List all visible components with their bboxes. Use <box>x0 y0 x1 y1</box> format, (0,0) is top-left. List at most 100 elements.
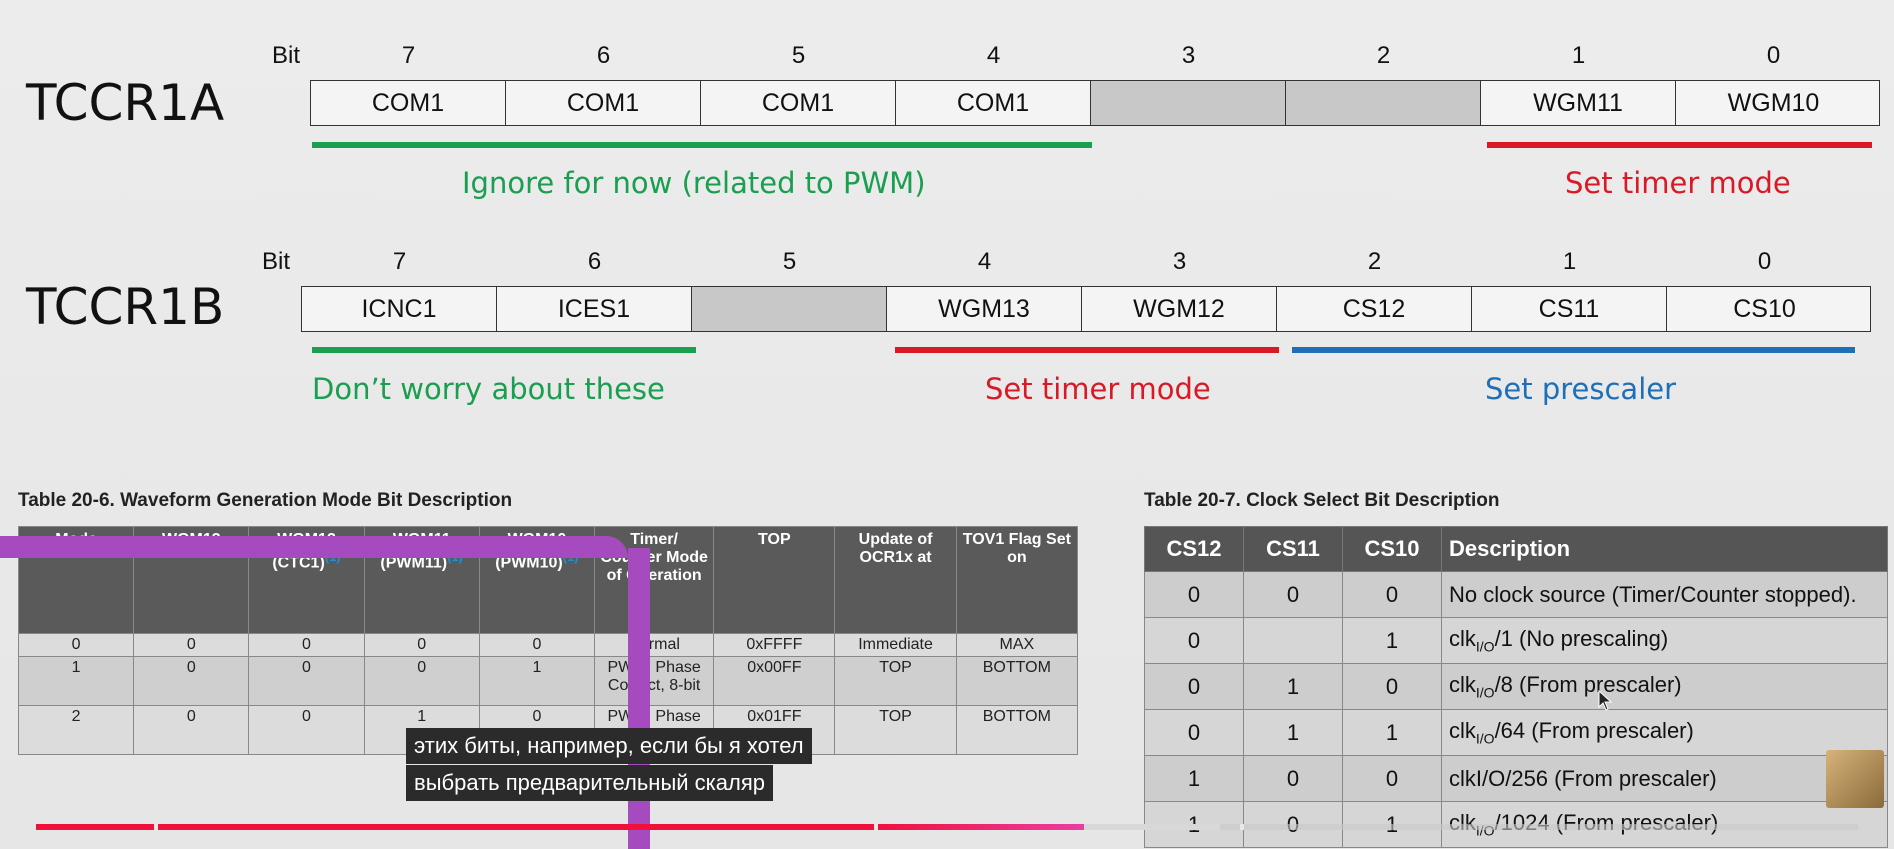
table-cell: 0 <box>1243 755 1343 802</box>
register-cell: WGM11 <box>1481 81 1676 125</box>
cs-table: CS12 CS11 CS10 Description 0 0 0 No clock s… <box>1144 526 1888 848</box>
tccr1b-bit-numbers: 7 6 5 4 3 2 1 0 <box>302 248 1862 276</box>
subtitle-line: этих биты, например, если бы я хотел <box>406 728 812 764</box>
bit-number: 4 <box>986 42 1001 69</box>
table-cell: Immediate <box>834 633 957 657</box>
table-row: 0 0 0 No clock source (Timer/Counter stoppe… <box>1144 571 1888 618</box>
table-cell: 0 <box>363 633 480 657</box>
table-cell: 0 <box>1342 663 1442 710</box>
register-cell: COM1 <box>896 81 1091 125</box>
tccr1b-mode-note: Set timer mode <box>985 372 1211 406</box>
table-cell: 0x00FF <box>713 656 836 706</box>
register-cell: COM1 <box>506 81 701 125</box>
table-cell: 1 <box>17 656 135 706</box>
table-cell: 0 <box>248 656 365 706</box>
tccr1b-ignore-note: Don’t worry about these <box>312 372 665 406</box>
subtitle-box: этих биты, например, если бы я хотел выб… <box>406 728 812 802</box>
table-cell: 0 <box>1144 709 1244 756</box>
table-cell: 0 <box>133 656 250 706</box>
table-cell: 0 <box>1144 571 1244 618</box>
bit-number: 6 <box>587 248 602 275</box>
table-cell: 1 <box>1144 755 1244 802</box>
bit-number: 3 <box>1181 42 1196 69</box>
register-cell: WGM12 <box>1082 287 1277 331</box>
register-cell: ICES1 <box>497 287 692 331</box>
table-cell: 0 <box>363 656 480 706</box>
register-cell: WGM13 <box>887 287 1082 331</box>
webcam-thumbnail <box>1826 750 1884 808</box>
wgm-header-cell: Update of OCR1x at <box>834 526 957 634</box>
tccr1a-bit-label: Bit <box>272 42 301 69</box>
bit-number: 1 <box>1571 42 1586 69</box>
table-cell: 0 <box>1144 663 1244 710</box>
table-cell: 0 <box>478 633 596 657</box>
table-cell: TOP <box>834 656 957 706</box>
video-progress-track[interactable] <box>36 824 1858 830</box>
table-cell: PWM, Phase Correct, 8-bit <box>594 656 715 706</box>
wgm-table: Mode WGM13 WGM12(CTC1)(1) WGM11(PWM11)(1… <box>17 526 1079 755</box>
bit-number: 2 <box>1376 42 1391 69</box>
register-cell-reserved <box>1286 81 1481 125</box>
table-cell: clkI/O/64 (From prescaler) <box>1441 709 1888 756</box>
table-row: 1 0 0 0 1 PWM, Phase Correct, 8-bit 0x00FF TOP B… <box>17 656 1079 706</box>
chapter-gap <box>874 824 878 830</box>
table-cell: 0 <box>248 705 365 755</box>
table-cell: 0 <box>248 633 365 657</box>
bit-number: 7 <box>401 42 416 69</box>
tccr1a-mode-note: Set timer mode <box>1565 166 1791 200</box>
table-cell: BOTTOM <box>955 656 1079 706</box>
subtitle-line: выбрать предварительный скаляр <box>406 765 774 801</box>
table-cell: 0 <box>17 633 135 657</box>
register-cell: CS11 <box>1472 287 1667 331</box>
register-cell: CS10 <box>1733 294 1796 323</box>
bit-number: 1 <box>1562 248 1577 275</box>
cs-header-cell: CS12 <box>1144 526 1244 572</box>
table-cell: 1 <box>1342 709 1442 756</box>
chapter-gap <box>1240 824 1244 830</box>
table-row: 1 0 0 clkI/O/256 (From prescaler) <box>1144 755 1888 802</box>
table-cell: 2 <box>17 705 135 755</box>
register-cell: ICNC1 <box>302 287 497 331</box>
bit-number: 2 <box>1367 248 1382 275</box>
table-cell: 1 <box>1243 709 1343 756</box>
wgm-header-cell: TOP <box>713 526 836 634</box>
tccr1a-mode-underline <box>1487 142 1872 148</box>
table-cell: 1 <box>1342 617 1442 664</box>
mouse-cursor-icon <box>1598 690 1613 711</box>
wgm-table-title: Table 20-6. Waveform Generation Mode Bit… <box>18 490 513 511</box>
register-cell: WGM10 <box>1727 88 1820 117</box>
cs-header-cell: CS10 <box>1342 526 1442 572</box>
table-cell: 0 <box>133 705 250 755</box>
table-cell: clkI/O/8 (From prescaler) <box>1441 663 1888 710</box>
register-cell-reserved <box>692 287 887 331</box>
table-cell: 0 <box>133 633 250 657</box>
chapter-gap <box>154 824 158 830</box>
wgm-header-cell: TOV1 Flag Set on <box>955 526 1079 634</box>
bit-number: 0 <box>1766 42 1781 69</box>
table-cell: clkI/O/256 (From prescaler) <box>1441 755 1888 802</box>
tccr1b-prescaler-note: Set prescaler <box>1485 372 1677 406</box>
tccr1a-pwm-note: Ignore for now (related to PWM) <box>462 166 926 200</box>
table-cell: TOP <box>834 705 957 755</box>
table-cell: 0 <box>1342 571 1442 618</box>
table-cell: BOTTOM <box>955 705 1079 755</box>
tccr1a-register-name: TCCR1A <box>26 74 225 132</box>
table-cell: 0 <box>1144 617 1244 664</box>
table-cell: 1 <box>478 656 596 706</box>
table-row: 0 0 0 0 0 Normal 0xFFFF Immediate MAX <box>17 633 1079 657</box>
cs-header-cell: CS11 <box>1243 526 1343 572</box>
register-cell: COM1 <box>311 81 506 125</box>
tccr1b-ignore-underline <box>312 347 696 353</box>
tccr1b-prescaler-underline <box>1292 347 1855 353</box>
table-cell: 1 <box>1243 663 1343 710</box>
tccr1a-register-row: COM1 COM1 COM1 COM1 WGM11 WGM10 <box>310 80 1880 126</box>
table-row: 0 1 1 clkI/O/64 (From prescaler) <box>1144 709 1888 756</box>
table-cell: Normal <box>594 633 715 657</box>
table-cell: 0 <box>1342 755 1442 802</box>
tccr1a-bit-numbers: 7 6 5 4 3 2 1 0 <box>311 42 1871 70</box>
table-cell: 0 <box>1243 571 1343 618</box>
bit-number: 5 <box>791 42 806 69</box>
purple-overlay-vertical <box>628 548 650 849</box>
video-played-bar <box>36 824 1084 830</box>
tccr1b-register-row: ICNC1 ICES1 WGM13 WGM12 CS12 CS11 CS10 <box>301 286 1871 332</box>
